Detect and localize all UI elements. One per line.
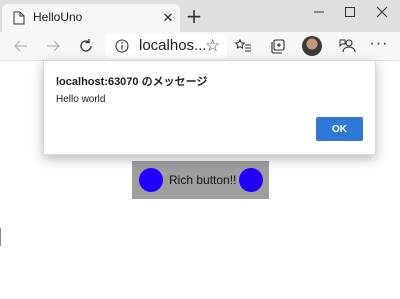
forward-icon[interactable] <box>44 37 62 55</box>
browser-titlebar: HelloUno ✕ + <box>0 0 400 32</box>
feedback-icon[interactable] <box>338 37 356 55</box>
close-icon[interactable] <box>372 4 392 20</box>
address-bar[interactable]: localhos... ☆ <box>105 34 227 58</box>
left-dot-icon <box>139 168 163 192</box>
more-icon[interactable]: ··· <box>369 35 389 53</box>
browser-toolbar: localhos... ☆ ··· <box>0 32 400 61</box>
page-icon <box>13 11 25 25</box>
star-icon[interactable]: ☆ <box>205 36 220 56</box>
dialog-title: localhost:63070 のメッセージ <box>56 76 208 88</box>
rich-button[interactable]: Rich button!! <box>132 161 269 199</box>
refresh-icon[interactable] <box>77 37 95 55</box>
right-dot-icon <box>239 168 263 192</box>
minimize-icon[interactable] <box>309 4 329 20</box>
ok-button[interactable]: OK <box>316 117 363 141</box>
dialog-message: Hello world <box>56 94 106 105</box>
rich-button-label: Rich button!! <box>169 173 237 187</box>
tab-title: HelloUno <box>33 10 83 24</box>
maximize-icon[interactable] <box>340 4 360 20</box>
collections-icon[interactable] <box>269 37 287 55</box>
window-edge <box>0 228 1 246</box>
favorites-icon[interactable] <box>234 37 252 55</box>
tab-close-icon[interactable]: ✕ <box>161 11 175 25</box>
address-url[interactable]: localhos... <box>139 37 207 54</box>
alert-dialog: localhost:63070 のメッセージ Hello world OK <box>43 60 376 155</box>
browser-tab[interactable]: HelloUno ✕ <box>2 4 180 32</box>
avatar[interactable] <box>302 36 322 56</box>
info-icon[interactable] <box>114 38 130 54</box>
new-tab-button[interactable]: + <box>184 6 204 26</box>
back-icon[interactable] <box>12 37 30 55</box>
